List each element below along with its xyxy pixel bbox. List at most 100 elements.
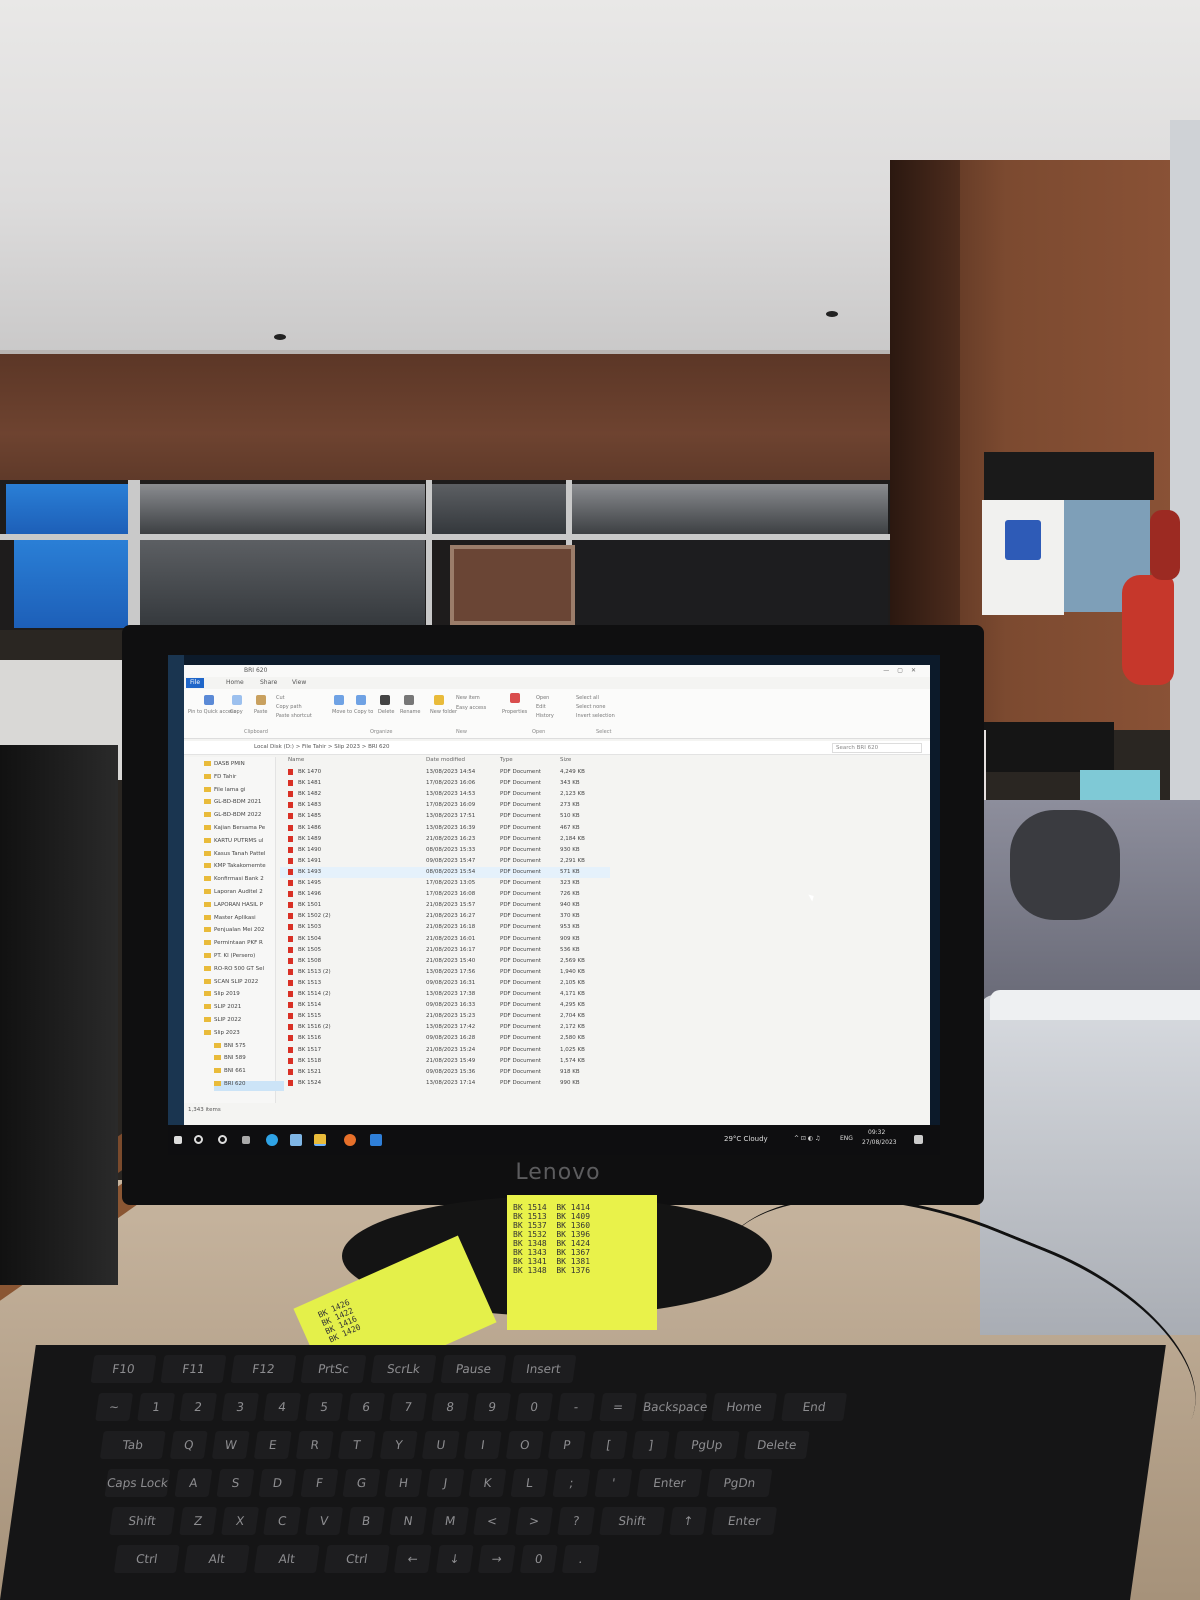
keyboard-key[interactable]: 3	[221, 1393, 260, 1421]
keyboard-key[interactable]: I	[463, 1431, 502, 1459]
keyboard-key[interactable]: Ctrl	[323, 1545, 390, 1573]
nav-folder-item[interactable]: Permintaan PKF R	[204, 940, 263, 950]
weather-widget[interactable]: 29°C Cloudy	[724, 1135, 768, 1143]
file-row[interactable]: BK 1470 13/08/2023 14:54 PDF Document 4,249…	[280, 767, 610, 778]
tab-share[interactable]: Share	[256, 678, 281, 688]
keyboard-key[interactable]: G	[342, 1469, 381, 1497]
search-input[interactable]: Search BRI 620	[832, 743, 922, 753]
keyboard-key[interactable]: X	[221, 1507, 260, 1535]
keyboard-key[interactable]: Shift	[109, 1507, 176, 1535]
keyboard-key[interactable]: '	[594, 1469, 633, 1497]
file-row[interactable]: BK 1486 13/08/2023 16:39 PDF Document 467 K…	[280, 823, 610, 834]
keyboard-key[interactable]: T	[337, 1431, 376, 1459]
nav-folder-item[interactable]: FD Tahir	[204, 773, 236, 784]
cut-label[interactable]: Cut	[276, 695, 285, 701]
file-row[interactable]: BK 1524 13/08/2023 17:14 PDF Document 990 K…	[280, 1078, 610, 1089]
invert-selection-label[interactable]: Invert selection	[576, 713, 615, 719]
keyboard-key[interactable]: Home	[711, 1393, 778, 1421]
nav-folder-item[interactable]: LAPORAN HASIL P	[204, 901, 263, 912]
file-row[interactable]: BK 1516 (2) 13/08/2023 17:42 PDF Document 2…	[280, 1022, 610, 1033]
select-all-label[interactable]: Select all	[576, 695, 599, 701]
file-row[interactable]: BK 1483 17/08/2023 16:09 PDF Document 273 K…	[280, 800, 610, 811]
keyboard-key[interactable]: F10	[90, 1355, 157, 1383]
keyboard-key[interactable]: Alt	[253, 1545, 320, 1573]
keyboard-key[interactable]: M	[431, 1507, 470, 1535]
keyboard-key[interactable]: 0	[519, 1545, 558, 1573]
keyboard-key[interactable]: 4	[263, 1393, 302, 1421]
language-indicator[interactable]: ENG	[840, 1135, 853, 1142]
cortana-icon[interactable]	[218, 1135, 227, 1144]
nav-folder-item[interactable]: SLIP 2021	[204, 1004, 241, 1014]
nav-folder-item[interactable]: Kajian Bersama Pe	[204, 825, 265, 835]
pin-icon[interactable]	[204, 695, 214, 705]
nav-folder-item[interactable]: BNI 589	[214, 1055, 246, 1065]
file-row[interactable]: BK 1514 09/08/2023 16:33 PDF Document 4,295…	[280, 1000, 610, 1011]
file-row[interactable]: BK 1503 21/08/2023 16:18 PDF Document 953 K…	[280, 922, 610, 933]
task-view-icon[interactable]	[242, 1136, 250, 1144]
mail-icon[interactable]	[370, 1134, 382, 1146]
notification-icon[interactable]	[914, 1135, 923, 1144]
keyboard-key[interactable]: L	[510, 1469, 549, 1497]
keyboard-key[interactable]: J	[426, 1469, 465, 1497]
keyboard-key[interactable]: Enter	[711, 1507, 778, 1535]
keyboard-key[interactable]: Shift	[599, 1507, 666, 1535]
keyboard-key[interactable]: F11	[160, 1355, 227, 1383]
keyboard-key[interactable]: ~	[95, 1393, 134, 1421]
file-row[interactable]: BK 1513 09/08/2023 16:31 PDF Document 2,105…	[280, 978, 610, 989]
nav-folder-item[interactable]: File lama gi	[204, 786, 245, 797]
copy-to-icon[interactable]	[356, 695, 366, 705]
address-bar[interactable]: Local Disk (D:) > File Tahir > Slip 2023…	[184, 741, 930, 755]
file-row[interactable]: BK 1481 17/08/2023 16:06 PDF Document 343 K…	[280, 778, 610, 789]
paste-icon[interactable]	[256, 695, 266, 705]
file-row[interactable]: BK 1496 17/08/2023 16:08 PDF Document 726 K…	[280, 889, 610, 900]
nav-folder-item[interactable]: KARTU PUTRMS ul	[204, 837, 263, 848]
file-row[interactable]: BK 1493 08/08/2023 15:54 PDF Document 571 K…	[280, 866, 610, 878]
file-row[interactable]: BK 1513 (2) 13/08/2023 17:56 PDF Document 1…	[280, 967, 610, 978]
file-row[interactable]: BK 1514 (2) 13/08/2023 17:38 PDF Document 4…	[280, 989, 610, 1000]
nav-folder-item[interactable]: Kasus Tanah Pattel	[204, 850, 265, 861]
select-none-label[interactable]: Select none	[576, 704, 606, 710]
keyboard-key[interactable]: Pause	[440, 1355, 507, 1383]
file-row[interactable]: BK 1495 17/08/2023 13:05 PDF Document 323 K…	[280, 878, 610, 889]
column-date-modified[interactable]: Date modified	[426, 757, 465, 763]
keyboard-key[interactable]: F12	[230, 1355, 297, 1383]
keyboard-key[interactable]: 8	[431, 1393, 470, 1421]
file-row[interactable]: BK 1489 21/08/2023 16:23 PDF Document 2,184…	[280, 834, 610, 845]
keyboard-key[interactable]: -	[557, 1393, 596, 1421]
clock-time[interactable]: 09:32	[868, 1129, 885, 1136]
keyboard-key[interactable]: ←	[393, 1545, 432, 1573]
nav-folder-item[interactable]: SLIP 2022	[204, 1017, 241, 1027]
easy-access-label[interactable]: Easy access	[456, 705, 486, 711]
keyboard-key[interactable]: P	[547, 1431, 586, 1459]
keyboard-key[interactable]: 2	[179, 1393, 218, 1421]
keyboard-key[interactable]: D	[258, 1469, 297, 1497]
tab-view[interactable]: View	[288, 678, 310, 688]
keyboard-key[interactable]: ↓	[435, 1545, 474, 1573]
edge-icon[interactable]	[266, 1134, 278, 1146]
file-row[interactable]: BK 1516 09/08/2023 16:28 PDF Document 2,580…	[280, 1033, 610, 1044]
keyboard-key[interactable]: Y	[379, 1431, 418, 1459]
file-explorer-icon[interactable]	[314, 1134, 326, 1146]
keyboard-key[interactable]: S	[216, 1469, 255, 1497]
nav-folder-item[interactable]: Slip 2023	[204, 1029, 240, 1040]
file-row[interactable]: BK 1517 21/08/2023 15:24 PDF Document 1,025…	[280, 1045, 610, 1056]
nav-folder-item[interactable]: BRI 620	[214, 1081, 284, 1091]
file-row[interactable]: BK 1482 13/08/2023 14:53 PDF Document 2,123…	[280, 789, 610, 800]
tray-icons[interactable]: ^ ⊡ ◐ ♫	[794, 1135, 820, 1142]
new-folder-icon[interactable]	[434, 695, 444, 705]
keyboard-key[interactable]: O	[505, 1431, 544, 1459]
nav-folder-item[interactable]: GL-BD-BDM 2022	[204, 812, 261, 822]
history-label[interactable]: History	[536, 713, 554, 719]
keyboard-key[interactable]: K	[468, 1469, 507, 1497]
nav-folder-item[interactable]: PT. KI (Persero)	[204, 953, 255, 963]
keyboard-key[interactable]: ↑	[669, 1507, 708, 1535]
keyboard-key[interactable]: →	[477, 1545, 516, 1573]
file-row[interactable]: BK 1521 09/08/2023 15:36 PDF Document 918 K…	[280, 1067, 610, 1078]
keyboard-key[interactable]: >	[515, 1507, 554, 1535]
keyboard-key[interactable]: ;	[552, 1469, 591, 1497]
keyboard-key[interactable]: Delete	[743, 1431, 810, 1459]
keyboard-key[interactable]: 5	[305, 1393, 344, 1421]
file-row[interactable]: BK 1490 08/08/2023 15:33 PDF Document 930 K…	[280, 845, 610, 856]
nav-folder-item[interactable]: RO-RO 500 GT Sel	[204, 965, 264, 976]
nav-folder-item[interactable]: KMP Takakomemte	[204, 863, 266, 873]
